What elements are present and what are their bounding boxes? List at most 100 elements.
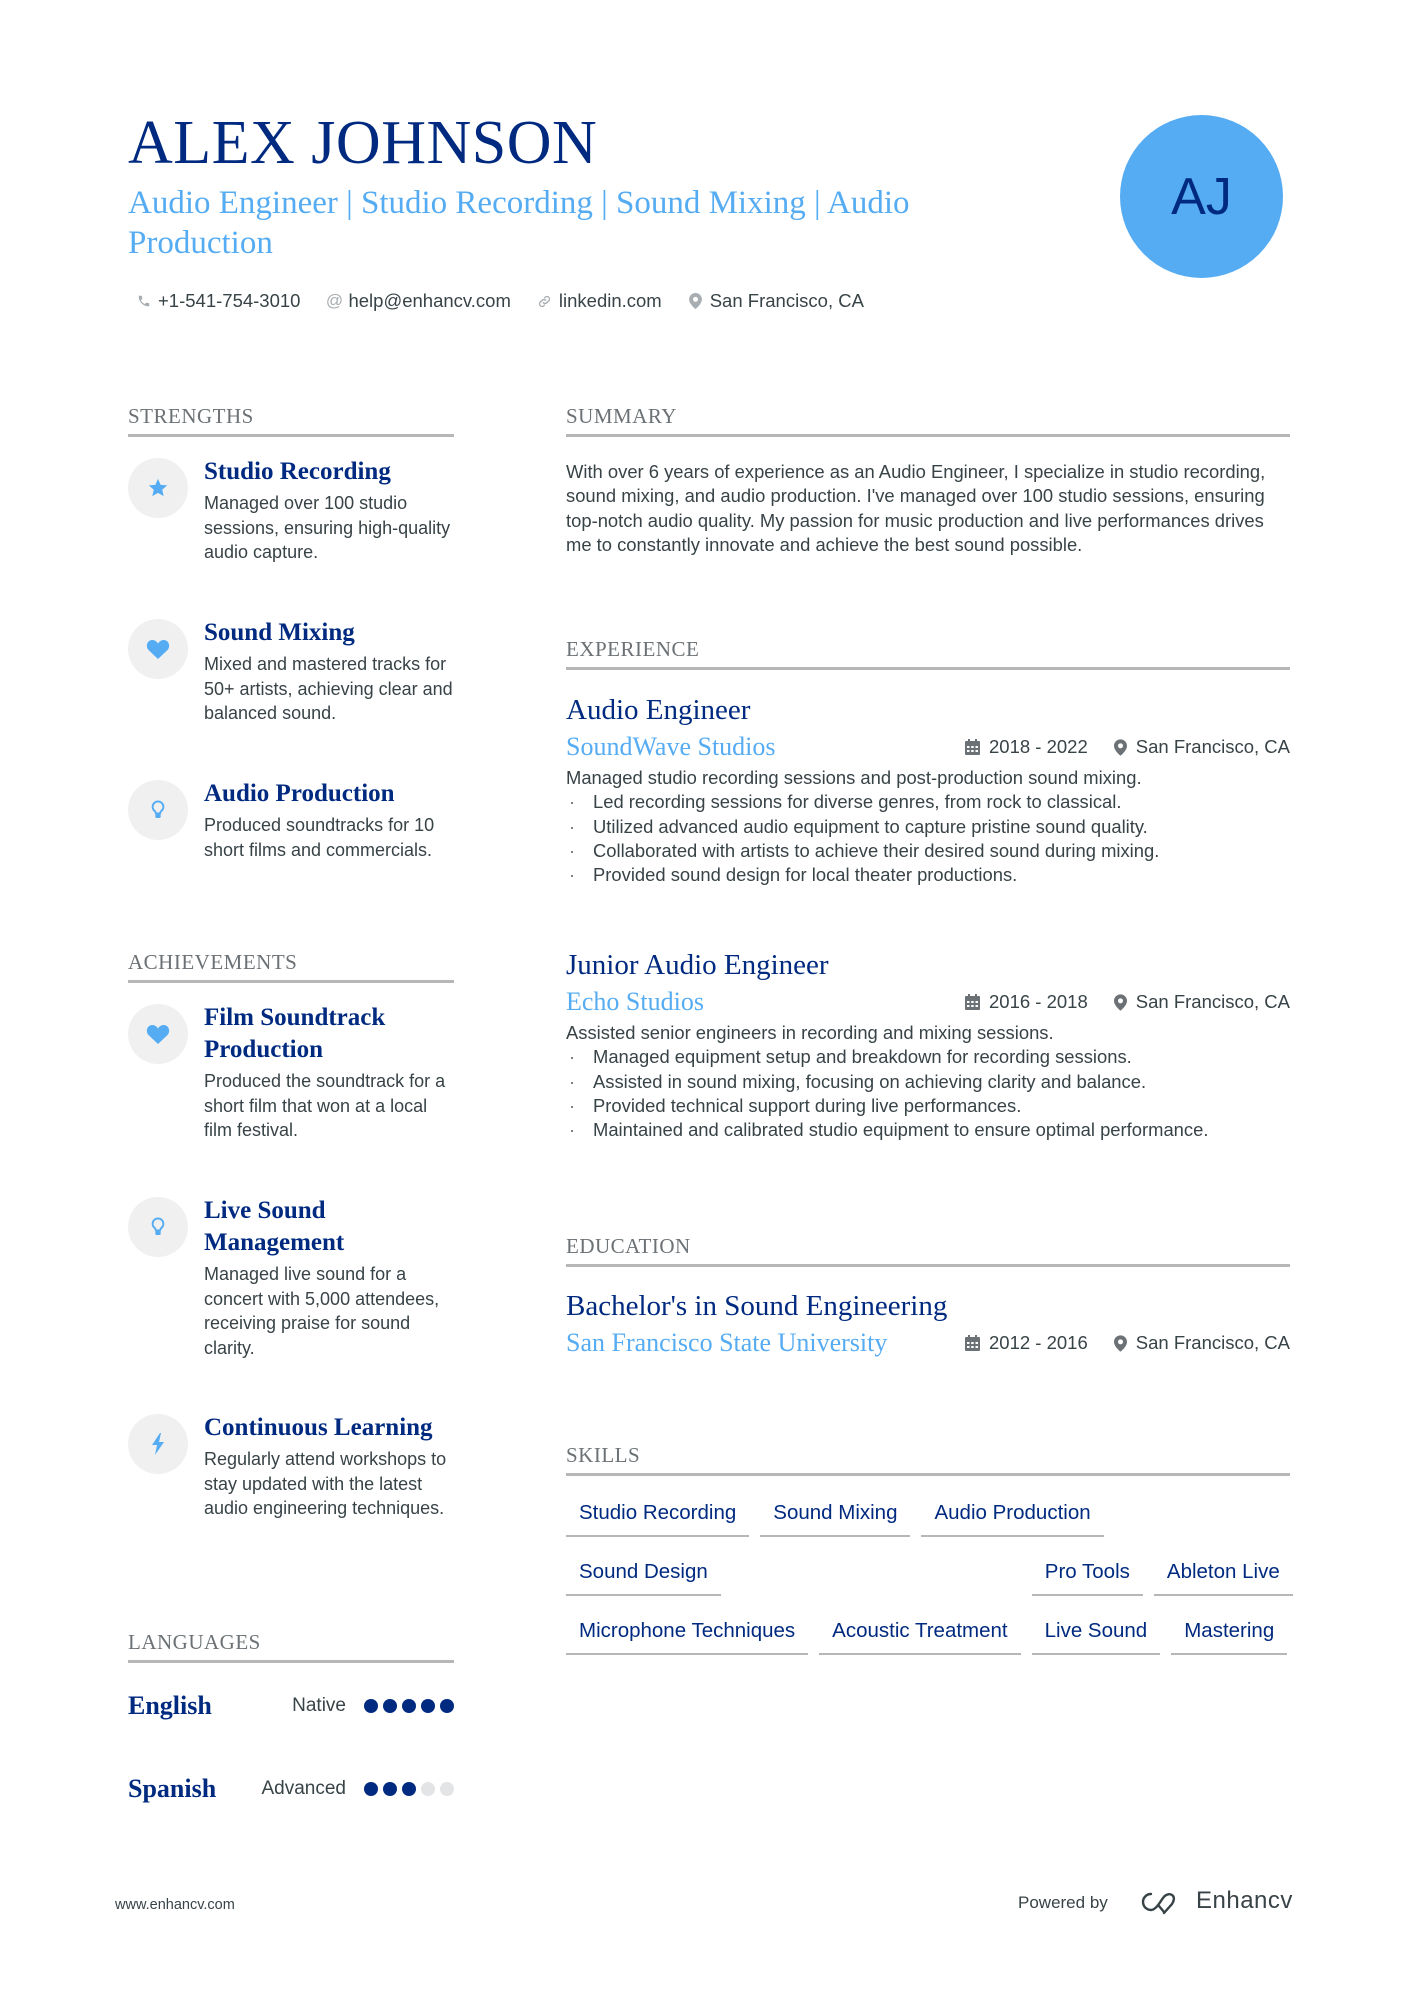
skill-tag: Sound Design	[566, 1557, 721, 1596]
strength-desc: Mixed and mastered tracks for 50+ artist…	[204, 654, 453, 723]
company-name: Echo Studios	[566, 987, 704, 1016]
enhancv-brand-name: Enhancv	[1196, 1887, 1293, 1914]
skill-tag: Audio Production	[921, 1498, 1104, 1537]
job-bullets: Managed equipment setup and breakdown fo…	[566, 1045, 1290, 1142]
enhancv-logo-icon	[1141, 1892, 1176, 1915]
language-item: Spanish Advanced	[128, 1772, 454, 1806]
footer-url[interactable]: www.enhancv.com	[115, 1897, 235, 1913]
avatar: AJ	[1120, 115, 1283, 278]
summary-section-title: SUMMARY	[566, 404, 1290, 437]
skill-tag: Acoustic Treatment	[819, 1616, 1021, 1655]
language-name: English	[128, 1691, 212, 1720]
company-name: SoundWave Studios	[566, 732, 776, 761]
skill-tag: Sound Mixing	[760, 1498, 911, 1537]
lightning-icon	[128, 1414, 188, 1474]
rating-dot-empty	[440, 1782, 454, 1796]
job-title: Audio Engineer	[566, 694, 751, 726]
heart-icon	[128, 1004, 188, 1064]
contact-email[interactable]: @ help@enhancv.com	[325, 290, 511, 312]
skill-tag: Studio Recording	[566, 1498, 750, 1537]
lightbulb-icon	[128, 1197, 188, 1257]
headline: Audio Engineer | Studio Recording | Soun…	[128, 185, 910, 261]
experience-section-title: EXPERIENCE	[566, 637, 1290, 670]
contact-phone-text: +1-541-754-3010	[158, 290, 301, 311]
skill-tag: Live Sound	[1031, 1616, 1161, 1655]
job-bullet: Provided technical support during live p…	[566, 1094, 1290, 1119]
job-description: Managed studio recording sessions and po…	[566, 767, 1142, 788]
at-icon: @	[325, 291, 344, 310]
rating-dot-empty	[421, 1782, 435, 1796]
language-level: Native	[292, 1695, 346, 1716]
job-description: Assisted senior engineers in recording a…	[566, 1022, 1054, 1043]
calendar-icon	[965, 739, 980, 755]
experience-entry: Audio Engineer SoundWave Studios 2018 - …	[566, 692, 1290, 888]
job-location: San Francisco, CA	[1135, 991, 1290, 1012]
skills-section-title: SKILLS	[566, 1443, 1290, 1476]
job-bullet: Provided sound design for local theater …	[566, 863, 1290, 888]
education-location: San Francisco, CA	[1135, 1332, 1290, 1353]
language-rating	[364, 1699, 454, 1713]
rating-dot-filled	[440, 1699, 454, 1713]
language-rating	[364, 1782, 454, 1796]
education-section-title: EDUCATION	[566, 1234, 1290, 1267]
job-bullets: Led recording sessions for diverse genre…	[566, 790, 1290, 887]
education-entry: Bachelor's in Sound Engineering San Fran…	[566, 1288, 1290, 1362]
star-icon	[128, 458, 188, 518]
strength-desc: Produced soundtracks for 10 short films …	[204, 815, 435, 860]
strength-title: Audio Production	[204, 780, 395, 807]
skill-tag: Mastering	[1171, 1616, 1288, 1655]
summary-text: With over 6 years of experience as an Au…	[566, 461, 1266, 555]
achievement-desc: Produced the soundtrack for a short film…	[204, 1071, 446, 1140]
powered-by-label: Powered by	[1018, 1893, 1108, 1912]
job-bullet: Assisted in sound mixing, focusing on ac…	[566, 1070, 1290, 1095]
heart-icon	[128, 619, 188, 679]
contact-location: San Francisco, CA	[688, 290, 864, 312]
achievement-desc: Regularly attend workshops to stay updat…	[204, 1449, 447, 1518]
rating-dot-filled	[421, 1699, 435, 1713]
contact-location-text: San Francisco, CA	[709, 290, 864, 311]
contact-phone[interactable]: +1-541-754-3010	[136, 290, 300, 312]
rating-dot-filled	[402, 1782, 416, 1796]
skill-tag: Pro Tools	[1031, 1557, 1143, 1596]
calendar-icon	[965, 1335, 980, 1351]
contact-email-text: help@enhancv.com	[348, 290, 511, 311]
rating-dot-filled	[364, 1782, 378, 1796]
strengths-section-title: STRENGTHS	[128, 404, 454, 437]
language-name: Spanish	[128, 1774, 217, 1803]
rating-dot-filled	[383, 1699, 397, 1713]
location-pin-icon	[1113, 993, 1127, 1011]
job-title: Junior Audio Engineer	[566, 949, 829, 981]
skill-tag: Microphone Techniques	[566, 1616, 809, 1655]
location-pin-icon	[688, 293, 704, 309]
job-bullet: Led recording sessions for diverse genre…	[566, 790, 1290, 815]
skill-tag: Ableton Live	[1153, 1557, 1293, 1596]
achievement-desc: Managed live sound for a concert with 5,…	[204, 1264, 440, 1358]
job-bullet: Maintained and calibrated studio equipme…	[566, 1118, 1290, 1143]
candidate-name: ALEX JOHNSON	[128, 109, 598, 177]
rating-dot-filled	[402, 1699, 416, 1713]
job-location: San Francisco, CA	[1135, 736, 1290, 757]
job-dates: 2018 - 2022	[989, 736, 1088, 757]
contact-linkedin[interactable]: linkedin.com	[537, 290, 662, 312]
school-name: San Francisco State University	[566, 1328, 888, 1357]
achievement-title: Live Sound Management	[204, 1197, 345, 1256]
link-icon	[537, 294, 553, 309]
languages-section-title: LANGUAGES	[128, 1630, 454, 1663]
phone-icon	[136, 294, 152, 308]
contact-row: +1-541-754-3010 @ help@enhancv.com linke…	[136, 290, 864, 312]
job-bullet: Collaborated with artists to achieve the…	[566, 839, 1290, 864]
rating-dot-filled	[383, 1782, 397, 1796]
achievement-title: Film Soundtrack Production	[204, 1004, 386, 1063]
language-item: English Native	[128, 1689, 454, 1723]
achievement-title: Continuous Learning	[204, 1414, 433, 1441]
contact-linkedin-text: linkedin.com	[558, 290, 662, 311]
job-dates: 2016 - 2018	[989, 991, 1088, 1012]
rating-dot-filled	[364, 1699, 378, 1713]
job-bullet: Managed equipment setup and breakdown fo…	[566, 1045, 1290, 1070]
location-pin-icon	[1113, 1334, 1127, 1352]
calendar-icon	[965, 994, 980, 1010]
education-dates: 2012 - 2016	[989, 1332, 1088, 1353]
achievements-section-title: ACHIEVEMENTS	[128, 950, 454, 983]
job-bullet: Utilized advanced audio equipment to cap…	[566, 815, 1290, 840]
experience-entry: Junior Audio Engineer Echo Studios 2016 …	[566, 947, 1290, 1143]
